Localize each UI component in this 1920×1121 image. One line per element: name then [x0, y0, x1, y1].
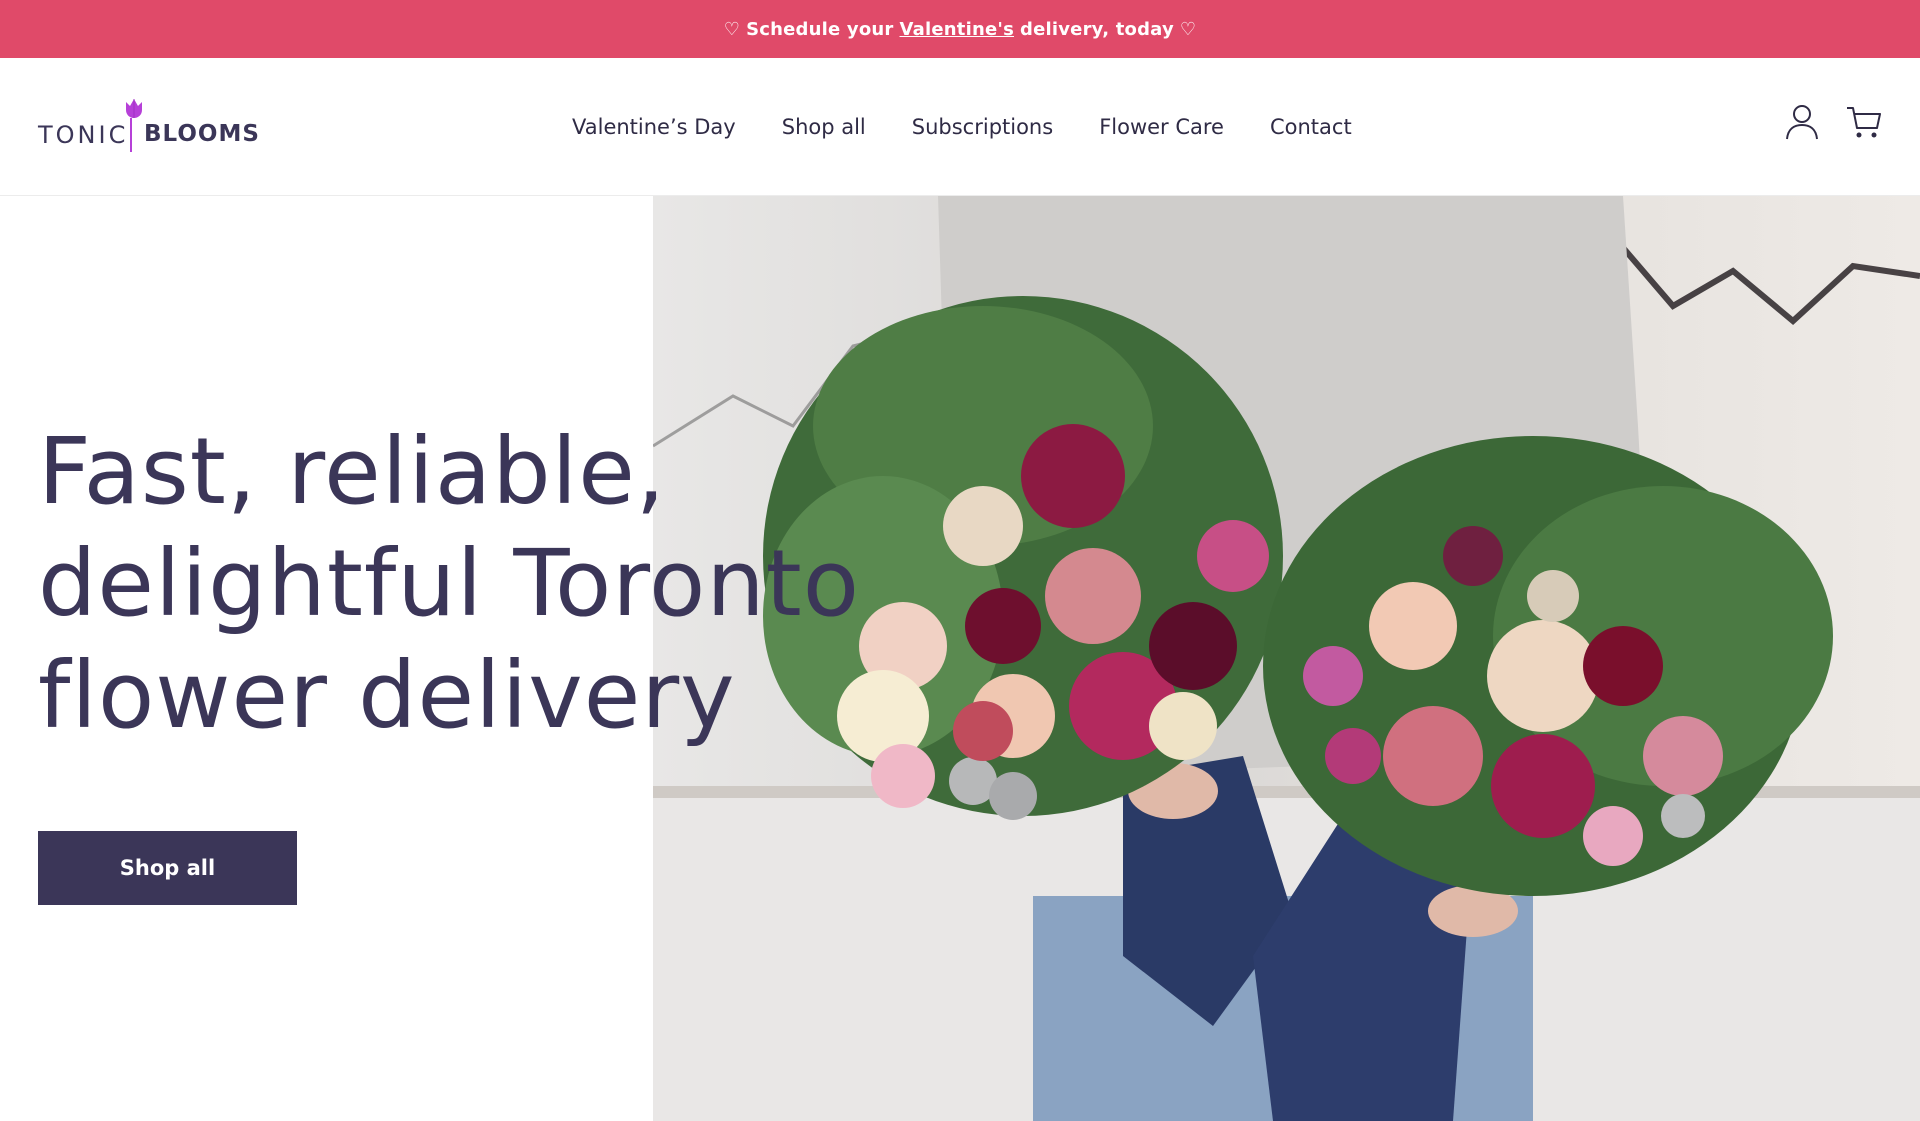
hero-title-line: flower delivery: [38, 642, 736, 749]
site-header: TONIC BLOOMS Valentine’s Day Shop all Su…: [0, 58, 1920, 196]
nav-flower-care[interactable]: Flower Care: [1099, 115, 1224, 139]
logo-divider: [130, 118, 132, 152]
account-icon: [1786, 105, 1818, 140]
hero-title: Fast, reliable, delightful Toronto flowe…: [38, 416, 898, 752]
logo[interactable]: TONIC BLOOMS: [38, 96, 260, 158]
account-button[interactable]: [1782, 102, 1822, 142]
nav-shop-all[interactable]: Shop all: [782, 115, 866, 139]
announcement-suffix: delivery, today: [1020, 18, 1174, 40]
shop-all-button[interactable]: Shop all: [38, 831, 297, 905]
nav-contact[interactable]: Contact: [1270, 115, 1352, 139]
nav-subscriptions[interactable]: Subscriptions: [912, 115, 1053, 139]
heart-icon: ♡: [1179, 18, 1197, 40]
cart-icon: [1847, 107, 1881, 138]
hero-title-line: delightful Toronto: [38, 530, 861, 637]
valentines-link[interactable]: Valentine's: [900, 19, 1015, 40]
main-nav: Valentine’s Day Shop all Subscriptions F…: [572, 58, 1398, 196]
heart-icon: ♡: [723, 18, 741, 40]
hero-section: Fast, reliable, delightful Toronto flowe…: [0, 196, 1920, 1121]
header-icons: [1782, 102, 1884, 142]
logo-text-tonic: TONIC: [38, 121, 129, 149]
nav-valentines-day[interactable]: Valentine’s Day: [572, 115, 736, 139]
logo-text-blooms: BLOOMS: [144, 121, 260, 147]
announcement-bar: ♡ Schedule your Valentine's delivery, to…: [0, 0, 1920, 58]
announcement-prefix: Schedule your: [746, 18, 894, 40]
hero-title-line: Fast, reliable,: [38, 418, 667, 525]
tulip-icon: [126, 99, 142, 118]
cart-button[interactable]: [1844, 102, 1884, 142]
